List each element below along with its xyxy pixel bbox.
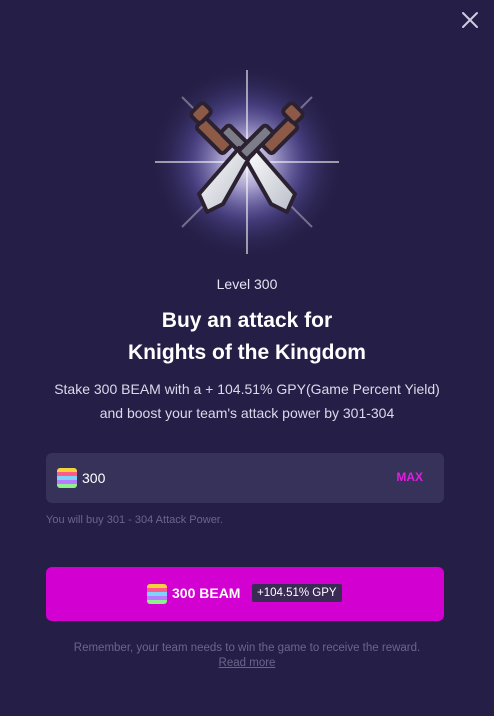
max-button[interactable]: MAX xyxy=(396,470,423,484)
gpy-badge: +104.51% GPY xyxy=(252,584,342,602)
buy-attack-modal: Level 300 Buy an attack for Knights of t… xyxy=(0,0,494,716)
footer-text: Remember, your team needs to win the gam… xyxy=(73,642,421,654)
level-label: Level 300 xyxy=(216,276,278,292)
buy-attack-button[interactable]: 300 BEAM +104.51% GPY xyxy=(46,567,444,621)
footer-note: Remember, your team needs to win the gam… xyxy=(0,641,494,671)
beam-token-icon xyxy=(147,584,167,604)
title-line-2: Knights of the Kingdom xyxy=(128,341,366,364)
description-line-2: and boost your team's attack power by 30… xyxy=(99,405,395,421)
close-icon[interactable] xyxy=(458,8,482,32)
crossed-swords-icon xyxy=(149,64,345,260)
beam-token-icon xyxy=(57,468,77,488)
attack-power-hint: You will buy 301 - 304 Attack Power. xyxy=(46,514,223,526)
stake-amount-field: MAX xyxy=(46,453,444,503)
read-more-link[interactable]: Read more xyxy=(0,656,494,671)
description: Stake 300 BEAM with a + 104.51% GPY(Game… xyxy=(0,377,494,425)
amount-input[interactable] xyxy=(82,466,282,490)
page-title: Buy an attack for Knights of the Kingdom xyxy=(0,305,494,369)
description-line-1: Stake 300 BEAM with a + 104.51% GPY(Game… xyxy=(54,381,440,397)
buy-button-label: 300 BEAM xyxy=(172,585,241,601)
title-line-1: Buy an attack for xyxy=(161,309,333,332)
